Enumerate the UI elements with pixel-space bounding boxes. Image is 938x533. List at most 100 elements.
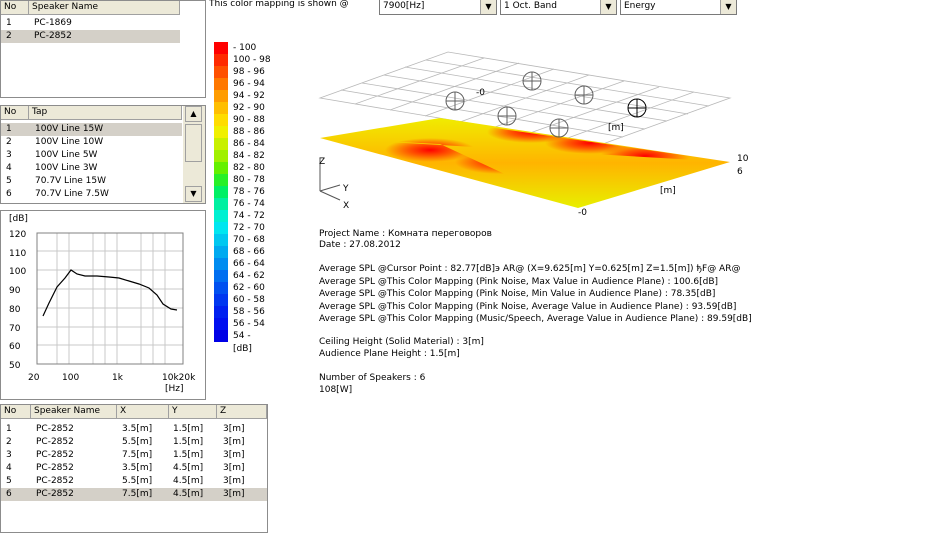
tap-list-scrollbar[interactable]: ▲ ▼ xyxy=(183,106,205,203)
speaker-list-item[interactable]: 1 PC-1869 xyxy=(1,17,180,30)
chevron-down-icon[interactable]: ▼ xyxy=(600,0,616,14)
legend-label: 64 - 62 xyxy=(233,271,265,281)
y-tick-50: 50 xyxy=(9,361,21,371)
avg-spl-min: Average SPL @This Color Mapping (Pink No… xyxy=(319,289,716,299)
scale-label-zero-bottom: -0 xyxy=(578,208,587,218)
legend-label: 78 - 76 xyxy=(233,187,265,197)
legend-swatch xyxy=(214,78,228,90)
color-legend: - 100 100 - 98 98 - 96 96 - 94 94 - 92 92 - 9… xyxy=(214,42,274,357)
legend-label: 86 - 84 xyxy=(233,139,265,149)
legend-swatch xyxy=(214,210,228,222)
frequency-select[interactable]: 7900[Hz] ▼ xyxy=(379,0,497,15)
legend-label: 82 - 80 xyxy=(233,163,265,173)
legend-swatch xyxy=(214,318,228,330)
scale-label-10: 10 xyxy=(737,154,749,164)
legend-swatch xyxy=(214,258,228,270)
y-tick-90: 90 xyxy=(9,286,21,296)
legend-swatch xyxy=(214,282,228,294)
number-of-speakers: Number of Speakers : 6 xyxy=(319,373,426,383)
table-row[interactable]: 1 PC-2852 3.5[m] 1.5[m] 3[m] xyxy=(1,423,267,436)
y-tick-120: 120 xyxy=(9,230,26,240)
col-header-no[interactable]: No xyxy=(1,1,29,15)
chevron-down-icon[interactable]: ▼ xyxy=(480,0,496,14)
x-tick-1k: 1k xyxy=(112,373,124,383)
legend-label: 96 - 94 xyxy=(233,79,265,89)
legend-label: 94 - 92 xyxy=(233,91,265,101)
legend-label: - 100 xyxy=(233,43,257,53)
legend-swatch xyxy=(214,114,228,126)
legend-swatch xyxy=(214,66,228,78)
tap-list-item[interactable]: 2 100V Line 10W xyxy=(1,136,182,149)
speaker-icon xyxy=(549,118,569,138)
metric-select-value: Energy xyxy=(624,1,656,11)
tap-list-item[interactable]: 6 70.7V Line 7.5W xyxy=(1,188,182,201)
legend-swatch xyxy=(214,90,228,102)
axis-x-label: X xyxy=(343,201,349,211)
legend-label: 54 - xyxy=(233,331,251,341)
legend-label: 62 - 60 xyxy=(233,283,265,293)
legend-swatch xyxy=(214,150,228,162)
legend-label: 60 - 58 xyxy=(233,295,265,305)
col-header-y[interactable]: Y xyxy=(169,405,217,419)
table-row[interactable]: 5 PC-2852 5.5[m] 4.5[m] 3[m] xyxy=(1,475,267,488)
speaker-list-item[interactable]: 2 PC-2852 xyxy=(1,30,180,43)
avg-spl-average: Average SPL @This Color Mapping (Pink No… xyxy=(319,302,737,312)
legend-swatch xyxy=(214,102,228,114)
scale-label-6: 6 xyxy=(737,167,743,177)
chevron-down-icon[interactable]: ▼ xyxy=(720,0,736,14)
col-header-speaker-name[interactable]: Speaker Name xyxy=(31,405,117,419)
scroll-thumb[interactable] xyxy=(185,124,202,162)
legend-swatch xyxy=(214,294,228,306)
col-header-speaker-name[interactable]: Speaker Name xyxy=(29,1,180,15)
speaker-icon xyxy=(522,71,542,91)
frequency-select-value: 7900[Hz] xyxy=(383,1,425,11)
legend-label: 70 - 68 xyxy=(233,235,265,245)
legend-swatch xyxy=(214,222,228,234)
tap-list-panel: No Tap 1 100V Line 15W 2 100V Line 10W 3… xyxy=(0,105,206,204)
scroll-up-button[interactable]: ▲ xyxy=(185,106,202,122)
legend-label: 58 - 56 xyxy=(233,307,265,317)
tap-list-item[interactable]: 1 100V Line 15W xyxy=(1,123,182,136)
legend-swatch xyxy=(214,162,228,174)
metric-select[interactable]: Energy ▼ xyxy=(620,0,737,15)
table-row[interactable]: 4 PC-2852 3.5[m] 4.5[m] 3[m] xyxy=(1,462,267,475)
axis-z-label: Z xyxy=(319,157,325,167)
frequency-response-panel: [dB] 120 110 100 90 80 70 60 50 20 100 1… xyxy=(0,210,206,400)
band-select[interactable]: 1 Oct. Band ▼ xyxy=(500,0,617,15)
unit-label-bottom: [m] xyxy=(660,186,676,196)
frequency-response-chart: 120 110 100 90 80 70 60 50 20 100 1k 10k… xyxy=(9,230,196,394)
freq-chart-xlabel: [Hz] xyxy=(165,384,184,394)
project-name: Project Name : Комната переговоров xyxy=(319,229,492,239)
col-header-no[interactable]: No xyxy=(1,405,31,419)
legend-label: 84 - 82 xyxy=(233,151,265,161)
speaker-icon-selected xyxy=(627,98,647,118)
axis-y-label: Y xyxy=(342,184,349,194)
legend-swatch xyxy=(214,330,228,342)
legend-swatch xyxy=(214,138,228,150)
x-tick-10k20k: 10k20k xyxy=(162,373,196,383)
legend-swatch xyxy=(214,234,228,246)
y-tick-60: 60 xyxy=(9,342,21,352)
col-header-tap-no[interactable]: No xyxy=(1,106,29,120)
tap-list-item[interactable]: 3 100V Line 5W xyxy=(1,149,182,162)
legend-unit: [dB] xyxy=(233,344,252,354)
speaker-icon xyxy=(574,85,594,105)
legend-label: 76 - 74 xyxy=(233,199,265,209)
scale-label-zero-top: -0 xyxy=(476,88,485,98)
tap-list-item[interactable]: 4 100V Line 3W xyxy=(1,162,182,175)
y-tick-80: 80 xyxy=(9,305,21,315)
spl-3d-map: Z Y X [m] [m] -0 10 6 -0 xyxy=(318,51,749,218)
legend-swatch xyxy=(214,186,228,198)
col-header-x[interactable]: X xyxy=(117,405,169,419)
scroll-down-button[interactable]: ▼ xyxy=(185,186,202,202)
col-header-z[interactable]: Z xyxy=(217,405,267,419)
table-row[interactable]: 6 PC-2852 7.5[m] 4.5[m] 3[m] xyxy=(1,488,267,501)
table-row[interactable]: 2 PC-2852 5.5[m] 1.5[m] 3[m] xyxy=(1,436,267,449)
tap-list-item[interactable]: 5 70.7V Line 15W xyxy=(1,175,182,188)
legend-label: 66 - 64 xyxy=(233,259,265,269)
col-header-tap[interactable]: Tap xyxy=(29,106,182,120)
speaker-icon xyxy=(497,106,517,126)
avg-spl-max: Average SPL @This Color Mapping (Pink No… xyxy=(319,277,719,287)
table-row[interactable]: 3 PC-2852 7.5[m] 1.5[m] 3[m] xyxy=(1,449,267,462)
legend-label: 92 - 90 xyxy=(233,103,265,113)
